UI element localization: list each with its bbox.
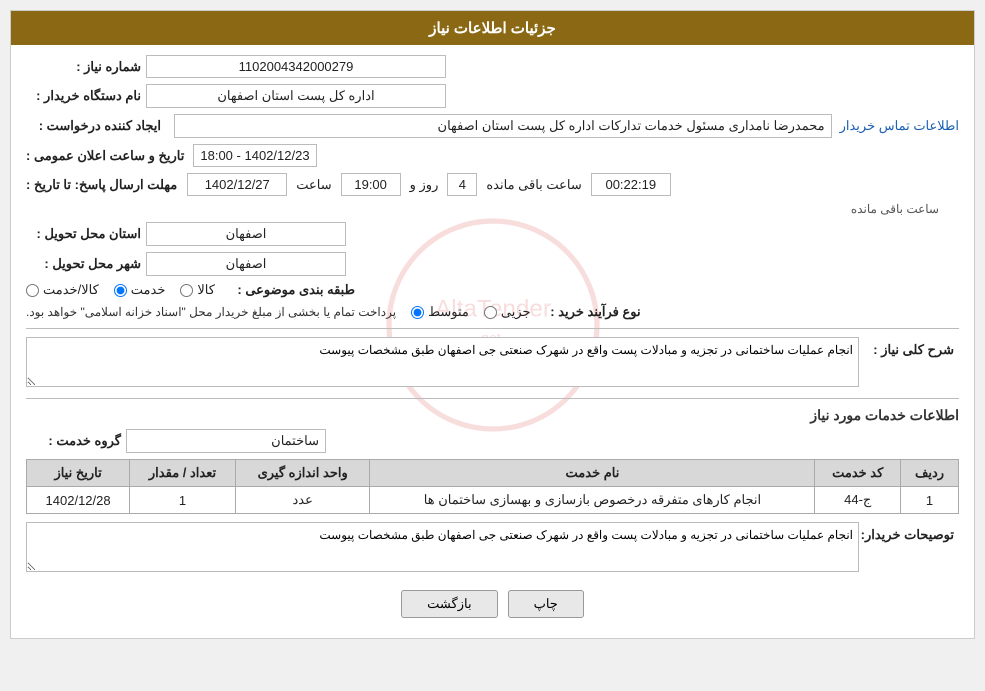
table-cell-tedad: 1 (130, 487, 236, 514)
tabaghe-kala-radio[interactable] (180, 284, 193, 297)
sharh-koli-label: شرح کلی نیاز : (859, 337, 959, 358)
tarikh-elan-value: 1402/12/23 - 18:00 (193, 144, 316, 167)
bazgasht-button[interactable]: بازگشت (401, 590, 497, 618)
ejad-konande-link[interactable]: اطلاعات تماس خریدار (840, 118, 959, 134)
ejad-konande-value: محمدرضا نامداری مسئول خدمات تداركات ادار… (174, 114, 832, 138)
grohe-khadamat-value: ساختمان (126, 429, 326, 453)
tabaghe-khadamat-radio[interactable] (114, 284, 127, 297)
shomare-niaz-label: شماره نیاز : (26, 59, 146, 75)
table-cell-vahedAndaze: عدد (235, 487, 370, 514)
col-kod-khadamat: کد خدمت (815, 460, 901, 487)
table-cell-tarikhNiaz: 1402/12/28 (27, 487, 130, 514)
page-title: جزئیات اطلاعات نیاز (11, 11, 974, 45)
col-nam-khadamat: نام خدمت (370, 460, 815, 487)
baqi-mande-label: ساعت باقی مانده (851, 202, 939, 216)
tarikh-saat-label: ساعت (292, 177, 335, 193)
noe-farayand-label: نوع فرآیند خرید : (546, 304, 646, 320)
noe-motavasset-radio[interactable] (411, 306, 424, 319)
tarikh-ersal-saat-value: 19:00 (341, 173, 401, 196)
tabaghe-khadamat-label: خدمت (131, 282, 166, 298)
col-radif: ردیف (901, 460, 959, 487)
chap-button[interactable]: چاپ (508, 590, 584, 618)
noe-jazii-radio[interactable] (484, 306, 497, 319)
tosih-kharidar-value[interactable] (26, 522, 859, 572)
tabaghe-kala-khadamat-label: کالا/خدمت (43, 282, 99, 298)
tarikh-ersal-roz-value: 4 (447, 173, 477, 196)
noe-motavasset-label: متوسط (428, 304, 469, 320)
tabaghe-kala-khadamat-radio[interactable] (26, 284, 39, 297)
col-tedad: تعداد / مقدار (130, 460, 236, 487)
ostan-tahvil-value: اصفهان (146, 222, 346, 246)
tabaghe-kala-label: کالا (197, 282, 215, 298)
tarikh-ersal-date-value: 1402/12/27 (187, 173, 287, 196)
ostan-tahvil-label: استان محل تحویل : (26, 226, 146, 242)
table-cell-kodKhadamat: ج-44 (815, 487, 901, 514)
shahr-tahvil-value: اصفهان (146, 252, 346, 276)
tarikh-roz-label: روز و (406, 177, 443, 193)
services-table: ردیف کد خدمت نام خدمت واحد اندازه گیری ت… (26, 459, 959, 514)
services-section-title: اطلاعات خدمات مورد نیاز (26, 407, 959, 424)
noe-farayand-note: پرداخت تمام یا بخشی از مبلغ خریدار محل "… (26, 305, 396, 319)
section-divider-2 (26, 398, 959, 399)
nam-dasgah-label: نام دستگاه خریدار : (26, 88, 146, 104)
tarikh-elan-label: تاریخ و ساعت اعلان عمومی : (26, 148, 189, 164)
tosih-kharidar-label: توصیحات خریدار: (859, 522, 959, 543)
tarikh-baqi-value: 00:22:19 (591, 173, 671, 196)
ejad-konande-label: ایجاد کننده درخواست : (26, 118, 166, 134)
shahr-tahvil-label: شهر محل تحویل : (26, 256, 146, 272)
tarikh-ersal-label: مهلت ارسال پاسخ: تا تاریخ : (26, 177, 182, 193)
tarikh-baqi-label: ساعت باقی مانده (482, 177, 585, 193)
section-divider-1 (26, 328, 959, 329)
col-vahed-andaze: واحد اندازه گیری (235, 460, 370, 487)
col-tarikh-niaz: تاریخ نیاز (27, 460, 130, 487)
table-row: 1ج-44انجام کارهای متفرقه درخصوص بازسازی … (27, 487, 959, 514)
table-cell-namKhadamat: انجام کارهای متفرقه درخصوص بازسازی و بهس… (370, 487, 815, 514)
noe-jazii-label: جزیی (501, 304, 531, 320)
nam-dasgah-value: اداره کل پست استان اصفهان (146, 84, 446, 108)
grohe-khadamat-label: گروه خدمت : (26, 433, 126, 449)
shomare-niaz-value: 1102004342000279 (146, 55, 446, 78)
sharh-koli-value[interactable] (26, 337, 859, 387)
table-cell-radif: 1 (901, 487, 959, 514)
tabaghe-bandi-label: طبقه بندی موضوعی : (230, 282, 360, 298)
